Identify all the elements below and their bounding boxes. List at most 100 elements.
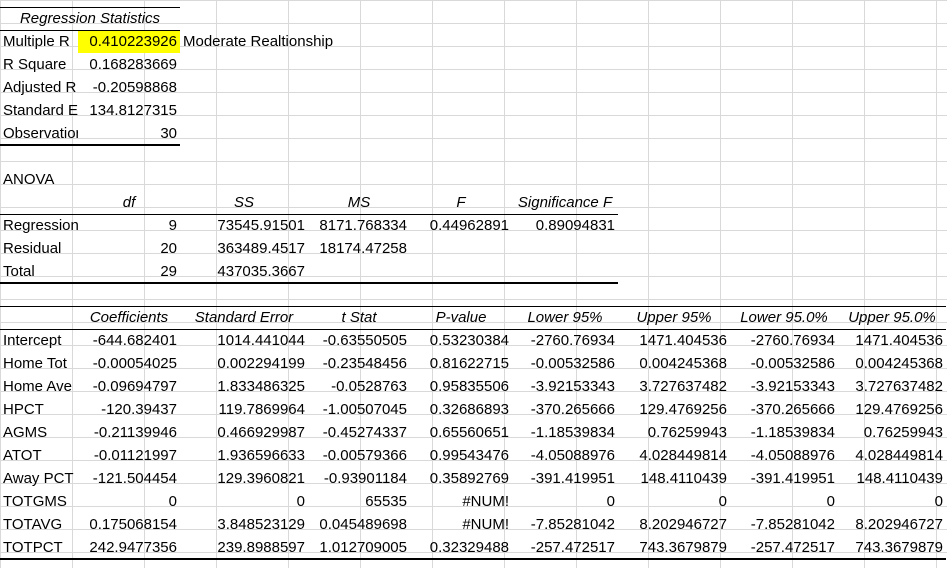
coef-row-label[interactable]: Away PCT	[0, 467, 78, 490]
coef-value[interactable]: 1.833486325	[180, 375, 308, 398]
coef-value[interactable]: -391.419951	[730, 467, 838, 490]
anova-value[interactable]: 20	[78, 237, 180, 260]
coef-header[interactable]: P-value	[410, 306, 512, 329]
coef-value[interactable]: -3.92153343	[730, 375, 838, 398]
coef-value[interactable]: 0.004245368	[838, 352, 946, 375]
coef-value[interactable]: 0.65560651	[410, 421, 512, 444]
coef-value[interactable]: -3.92153343	[512, 375, 618, 398]
coef-value[interactable]: 743.3679879	[618, 536, 730, 559]
coef-value[interactable]: 0.53230384	[410, 329, 512, 352]
coef-value[interactable]: 65535	[308, 490, 410, 513]
anova-value[interactable]: 0.89094831	[512, 214, 618, 237]
coef-row-label[interactable]: Home Ave	[0, 375, 78, 398]
coef-value[interactable]: 3.727637482	[838, 375, 946, 398]
coef-value[interactable]: 1.936596633	[180, 444, 308, 467]
anova-value[interactable]: 29	[78, 260, 180, 283]
anova-header[interactable]: MS	[308, 191, 410, 214]
relationship-note[interactable]: Moderate Realtionship	[180, 30, 512, 53]
stat-value[interactable]: 0.168283669	[78, 53, 180, 76]
coef-value[interactable]: -0.63550505	[308, 329, 410, 352]
coef-value[interactable]: -4.05088976	[730, 444, 838, 467]
coef-row-label[interactable]: TOTAVG	[0, 513, 78, 536]
coef-value[interactable]: 0.32329488	[410, 536, 512, 559]
coef-header[interactable]: Coefficients	[78, 306, 180, 329]
coef-value[interactable]: 8.202946727	[838, 513, 946, 536]
stat-value[interactable]: 134.8127315	[78, 99, 180, 122]
coef-value[interactable]: 3.848523129	[180, 513, 308, 536]
coef-header[interactable]: Lower 95.0%	[730, 306, 838, 329]
anova-row-label[interactable]: Total	[0, 260, 78, 283]
coef-value[interactable]: 1471.404536	[838, 329, 946, 352]
coef-value[interactable]: -4.05088976	[512, 444, 618, 467]
coef-value[interactable]: 1.012709005	[308, 536, 410, 559]
coef-value[interactable]: 743.3679879	[838, 536, 946, 559]
coef-value[interactable]: -7.85281042	[512, 513, 618, 536]
coef-value[interactable]: 0.95835506	[410, 375, 512, 398]
coef-value[interactable]: 119.7869964	[180, 398, 308, 421]
coef-value[interactable]: 239.8988597	[180, 536, 308, 559]
coef-value[interactable]: 0.81622715	[410, 352, 512, 375]
coef-value[interactable]: -0.00579366	[308, 444, 410, 467]
coef-value[interactable]: 0.76259943	[618, 421, 730, 444]
anova-header[interactable]: SS	[180, 191, 308, 214]
coef-value[interactable]: 0	[730, 490, 838, 513]
coef-header[interactable]: Standard Error	[180, 306, 308, 329]
coef-row-label[interactable]: ATOT	[0, 444, 78, 467]
anova-value[interactable]: 363489.4517	[180, 237, 308, 260]
coef-row-label[interactable]: AGMS	[0, 421, 78, 444]
anova-value[interactable]: 9	[78, 214, 180, 237]
coef-header[interactable]: Upper 95.0%	[838, 306, 946, 329]
coef-value[interactable]: -391.419951	[512, 467, 618, 490]
coef-value[interactable]: -644.682401	[78, 329, 180, 352]
coef-value[interactable]: #NUM!	[410, 490, 512, 513]
coef-header[interactable]: t Stat	[308, 306, 410, 329]
coef-value[interactable]: -0.00532586	[512, 352, 618, 375]
anova-title[interactable]: ANOVA	[0, 168, 78, 191]
coef-value[interactable]: -257.472517	[512, 536, 618, 559]
anova-value[interactable]: 73545.91501	[180, 214, 308, 237]
coef-value[interactable]: 0	[618, 490, 730, 513]
coef-value[interactable]: -0.45274337	[308, 421, 410, 444]
coef-row-label[interactable]: Intercept	[0, 329, 78, 352]
stat-value[interactable]: 0.410223926	[78, 30, 180, 53]
coef-row-label[interactable]: Home Tot	[0, 352, 78, 375]
coef-value[interactable]: 148.4110439	[618, 467, 730, 490]
coef-value[interactable]: -0.93901184	[308, 467, 410, 490]
coef-value[interactable]: -0.09694797	[78, 375, 180, 398]
coef-value[interactable]: 129.4769256	[618, 398, 730, 421]
stat-label[interactable]: Multiple R	[0, 30, 78, 53]
coef-value[interactable]: -2760.76934	[512, 329, 618, 352]
coef-value[interactable]: -0.00532586	[730, 352, 838, 375]
coef-value[interactable]: 0.004245368	[618, 352, 730, 375]
coef-value[interactable]: -0.0528763	[308, 375, 410, 398]
regression-stats-title[interactable]: Regression Statistics	[0, 7, 180, 30]
coef-value[interactable]: 0.76259943	[838, 421, 946, 444]
coef-value[interactable]: 0.32686893	[410, 398, 512, 421]
anova-value[interactable]: 437035.3667	[180, 260, 308, 283]
coef-value[interactable]: 129.4769256	[838, 398, 946, 421]
coef-value[interactable]: 0	[512, 490, 618, 513]
coef-value[interactable]: 8.202946727	[618, 513, 730, 536]
stat-label[interactable]: Observations	[0, 122, 78, 145]
coef-value[interactable]: -0.21139946	[78, 421, 180, 444]
coef-value[interactable]: 0.466929987	[180, 421, 308, 444]
coef-value[interactable]: 4.028449814	[618, 444, 730, 467]
coef-value[interactable]: 0	[838, 490, 946, 513]
stat-value[interactable]: -0.20598868	[78, 76, 180, 99]
coef-value[interactable]: -2760.76934	[730, 329, 838, 352]
coef-value[interactable]: 3.727637482	[618, 375, 730, 398]
spreadsheet-grid[interactable]: Regression Statistics Multiple R 0.4102239…	[0, 0, 947, 568]
coef-row-label[interactable]: HPCT	[0, 398, 78, 421]
coef-value[interactable]: #NUM!	[410, 513, 512, 536]
coef-value[interactable]: 0.045489698	[308, 513, 410, 536]
coef-value[interactable]: 0.99543476	[410, 444, 512, 467]
anova-header[interactable]: df	[78, 191, 180, 214]
anova-value[interactable]: 18174.47258	[308, 237, 410, 260]
coef-value[interactable]: 148.4110439	[838, 467, 946, 490]
anova-row-label[interactable]: Regression	[0, 214, 78, 237]
coef-value[interactable]: -120.39437	[78, 398, 180, 421]
coef-value[interactable]: -121.504454	[78, 467, 180, 490]
coef-value[interactable]: -0.23548456	[308, 352, 410, 375]
coef-header[interactable]: Lower 95%	[512, 306, 618, 329]
coef-value[interactable]: -1.00507045	[308, 398, 410, 421]
